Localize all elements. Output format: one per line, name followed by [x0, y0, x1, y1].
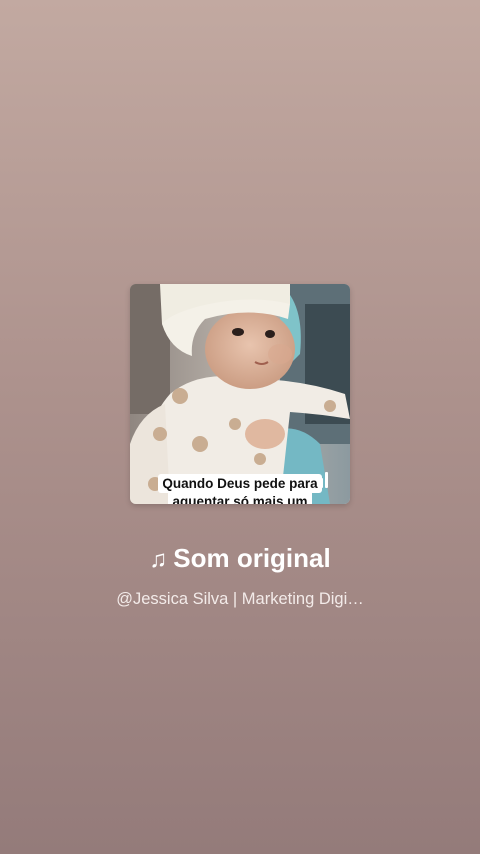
sound-author-link[interactable]: @Jessica Silva | Marketing Digi… — [0, 587, 480, 611]
caption-line-2: aguentar só mais um — [168, 493, 312, 504]
sound-cover-thumbnail[interactable]: Quando Deus pede para aguentar só mais u… — [130, 284, 350, 504]
music-note-icon: ♫ — [149, 546, 168, 573]
caption-overlay-icon — [320, 472, 332, 488]
sound-title-row: ♫ Som original — [0, 538, 480, 580]
cover-caption: Quando Deus pede para aguentar só mais u… — [130, 474, 350, 504]
baby-photo — [130, 284, 350, 504]
caption-line-1: Quando Deus pede para — [158, 474, 322, 493]
sound-title: Som original — [173, 543, 331, 573]
